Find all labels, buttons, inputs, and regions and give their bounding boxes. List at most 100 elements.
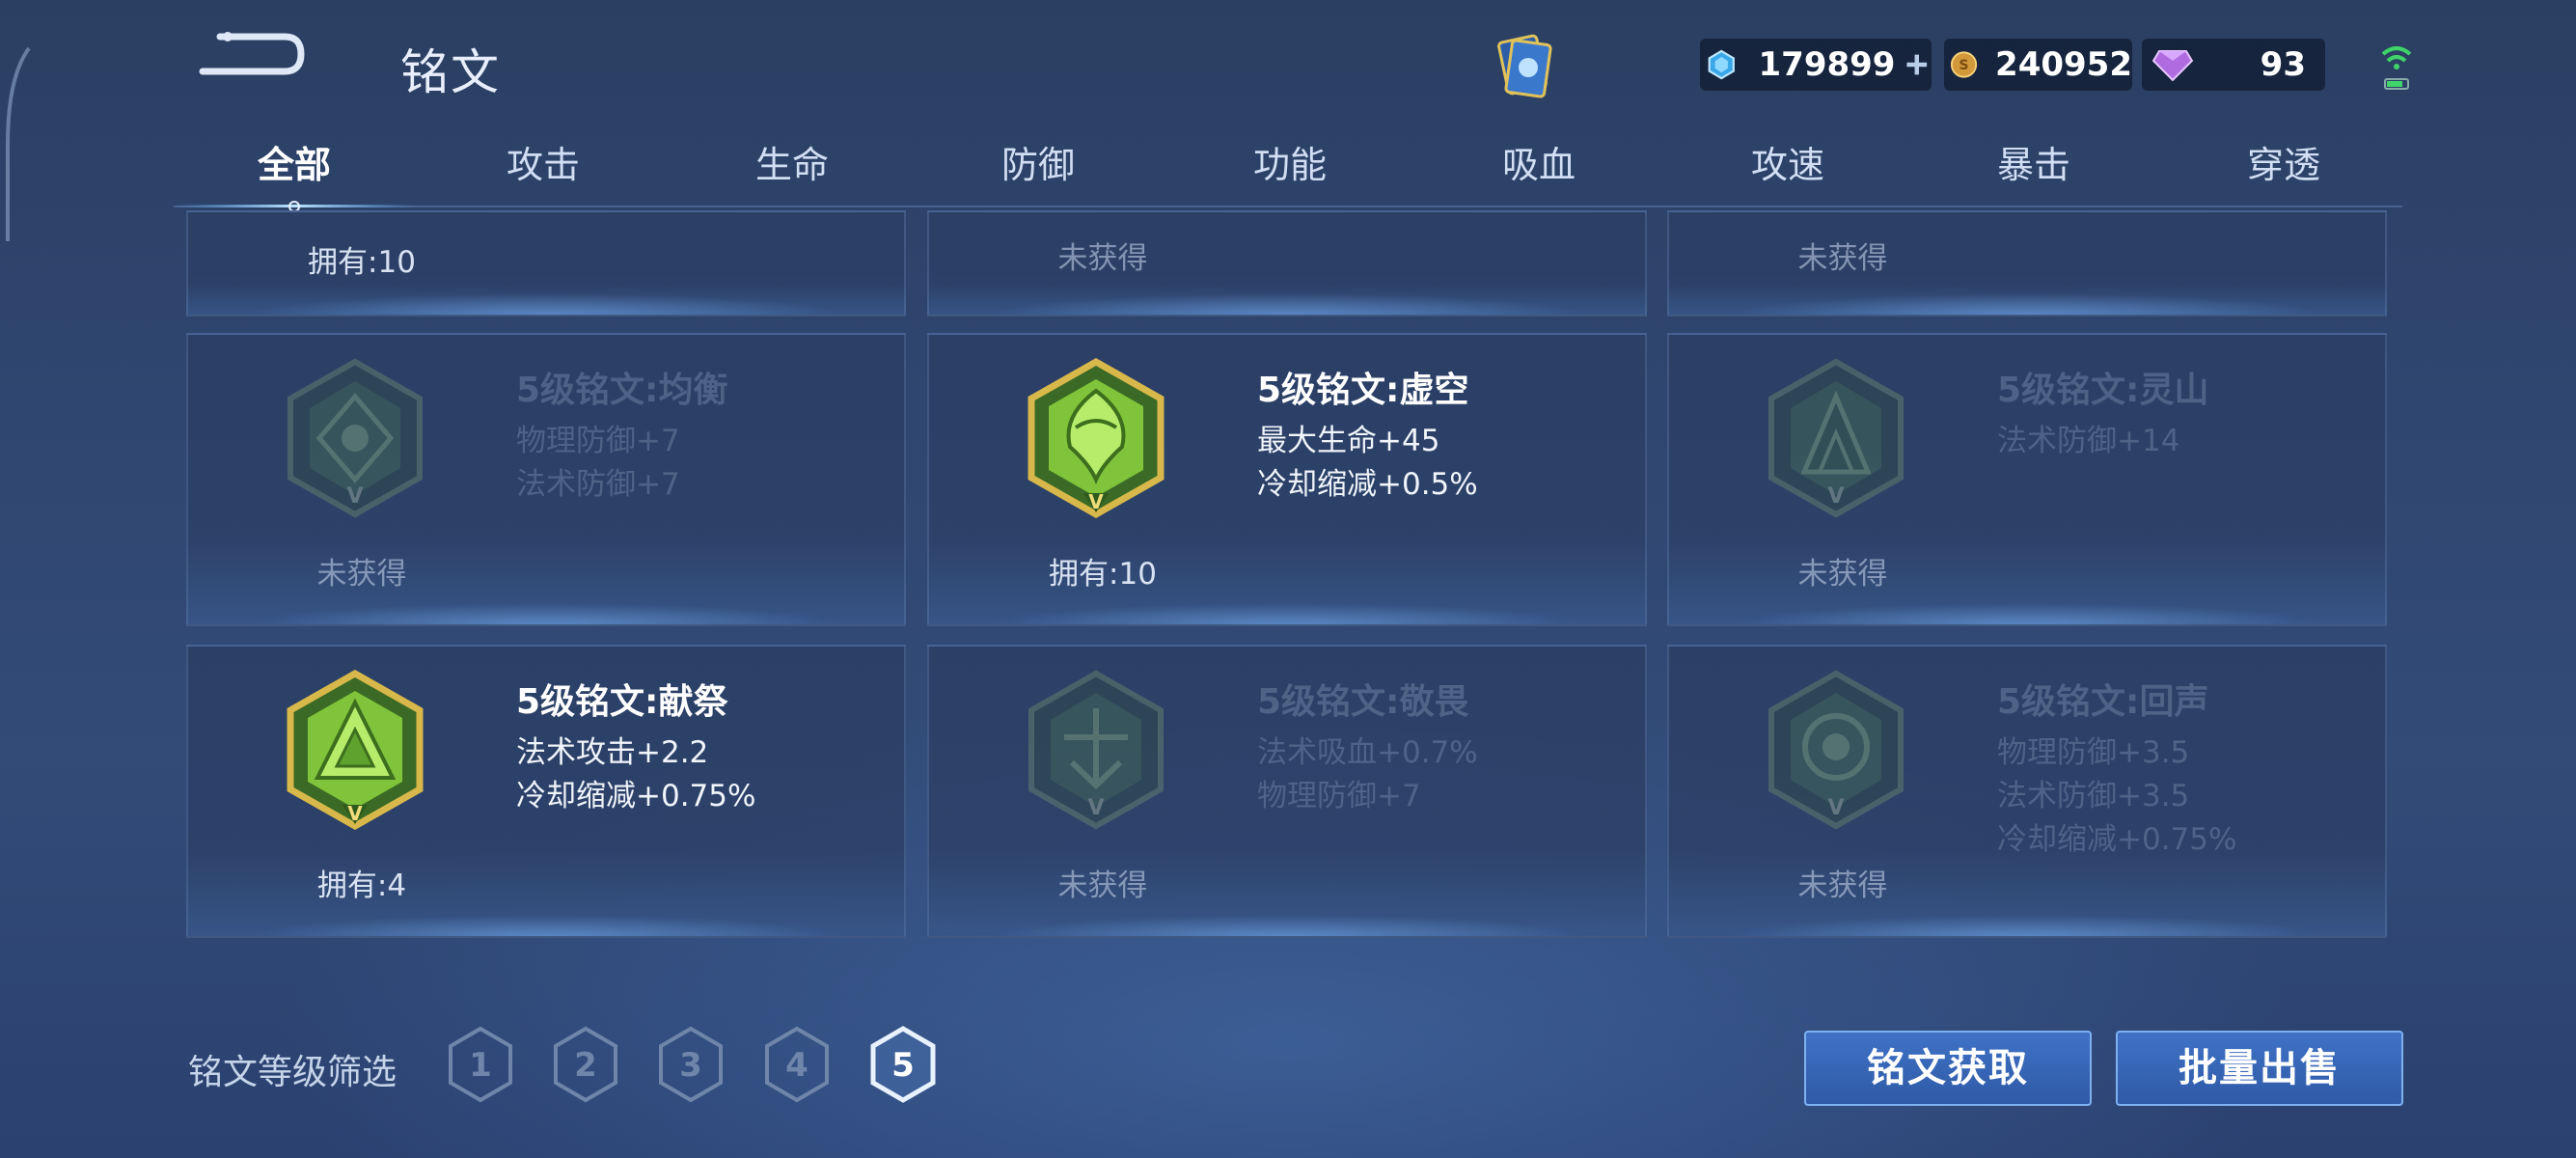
tab-all[interactable]: 全部 bbox=[198, 135, 391, 188]
rune-card-partial[interactable]: 拥有:10 bbox=[186, 210, 906, 317]
level-number: 3 bbox=[679, 1046, 702, 1085]
rune-count: 未获得 bbox=[316, 557, 407, 592]
rune-stat: 法术防御+3.5 bbox=[1997, 779, 2190, 813]
rune-stats: 法术防御+14 bbox=[1997, 420, 2179, 463]
card-glow bbox=[246, 915, 846, 936]
back-icon[interactable] bbox=[193, 29, 309, 87]
svg-text:V: V bbox=[346, 484, 363, 509]
level-filter-2[interactable]: 2 bbox=[552, 1026, 619, 1103]
tab-attack[interactable]: 攻击 bbox=[447, 135, 640, 188]
svg-text:V: V bbox=[1827, 484, 1844, 509]
rune-card-spirit-mountain[interactable]: V 5级铭文:灵山 法术防御+14 未获得 bbox=[1667, 333, 2387, 626]
tab-divider bbox=[174, 206, 2402, 207]
tab-attack-speed[interactable]: 攻速 bbox=[1691, 135, 1884, 188]
diamond-value: 179899 bbox=[1758, 45, 1896, 84]
obtain-rune-button[interactable]: 铭文获取 bbox=[1804, 1031, 2092, 1106]
rune-count: 拥有:4 bbox=[316, 868, 407, 903]
add-diamond-icon[interactable] bbox=[1903, 45, 1932, 84]
card-glow bbox=[1727, 293, 2327, 315]
level-filter-label: 铭文等级筛选 bbox=[188, 1053, 397, 1092]
tab-critical[interactable]: 暴击 bbox=[1937, 135, 2130, 188]
rune-count: 未获得 bbox=[1797, 868, 1888, 903]
gold-currency: S 240952 bbox=[1944, 39, 2132, 91]
rune-stat: 最大生命+45 bbox=[1257, 424, 1440, 458]
rune-stats: 物理防御+7 法术防御+7 bbox=[516, 420, 680, 507]
rune-card-partial[interactable]: 未获得 bbox=[1667, 210, 2387, 317]
rune-stat: 冷却缩减+0.75% bbox=[1997, 822, 2237, 857]
rune-stat: 法术攻击+2.2 bbox=[516, 735, 709, 770]
purple-gem-icon bbox=[2151, 50, 2194, 82]
gem-value: 93 bbox=[2260, 45, 2306, 84]
tab-penetration[interactable]: 穿透 bbox=[2187, 135, 2380, 188]
rune-gem-void-icon: V bbox=[1028, 358, 1165, 518]
tab-utility[interactable]: 功能 bbox=[1193, 135, 1386, 188]
gold-value: 240952 bbox=[1995, 45, 2132, 84]
rune-stats: 法术吸血+0.7% 物理防御+7 bbox=[1257, 731, 1478, 818]
page-title: 铭文 bbox=[400, 44, 501, 100]
wifi-signal-icon bbox=[2381, 46, 2412, 90]
rune-name: 5级铭文:灵山 bbox=[1997, 371, 2209, 410]
rune-card-echo[interactable]: V 5级铭文:回声 物理防御+3.5 法术防御+3.5 冷却缩减+0.75% 未… bbox=[1667, 645, 2387, 938]
level-number: 4 bbox=[785, 1046, 808, 1085]
tab-health[interactable]: 生命 bbox=[696, 135, 889, 188]
svg-text:S: S bbox=[1959, 58, 1969, 73]
rune-gem-awe-icon: V bbox=[1028, 670, 1164, 830]
rune-name: 5级铭文:回声 bbox=[1997, 682, 2209, 722]
diamond-icon bbox=[1708, 49, 1735, 80]
rune-stat: 物理防御+7 bbox=[1257, 779, 1421, 813]
edge-decoration bbox=[6, 46, 31, 241]
card-glow bbox=[987, 915, 1587, 936]
card-glow bbox=[246, 293, 846, 315]
rune-card-awe[interactable]: V 5级铭文:敬畏 法术吸血+0.7% 物理防御+7 未获得 bbox=[927, 645, 1647, 938]
rune-stats: 物理防御+3.5 法术防御+3.5 冷却缩减+0.75% bbox=[1997, 731, 2236, 862]
rune-stat: 物理防御+7 bbox=[516, 424, 680, 458]
svg-text:V: V bbox=[1827, 796, 1844, 820]
level-filter-3[interactable]: 3 bbox=[657, 1026, 725, 1103]
rune-count: 拥有:10 bbox=[308, 245, 416, 280]
rune-gem-balance-icon: V bbox=[288, 358, 423, 518]
level-number: 2 bbox=[574, 1046, 597, 1085]
rune-stat: 法术防御+14 bbox=[1997, 424, 2180, 458]
card-glow bbox=[246, 603, 846, 624]
diamond-currency: 179899 bbox=[1700, 39, 1932, 91]
bulk-sell-button[interactable]: 批量出售 bbox=[2116, 1031, 2403, 1106]
rune-name: 5级铭文:虚空 bbox=[1257, 371, 1469, 410]
level-number: 1 bbox=[469, 1046, 492, 1085]
rune-stat: 法术防御+7 bbox=[516, 467, 680, 502]
rune-count: 未获得 bbox=[1797, 241, 1888, 276]
rune-stat: 冷却缩减+0.75% bbox=[516, 779, 756, 813]
rune-stats: 最大生命+45 冷却缩减+0.5% bbox=[1257, 420, 1478, 507]
rune-card-void[interactable]: V 5级铭文:虚空 最大生命+45 冷却缩减+0.5% 拥有:10 bbox=[927, 333, 1647, 626]
gem-currency: 93 bbox=[2142, 39, 2325, 91]
level-filter-5[interactable]: 5 bbox=[869, 1026, 937, 1103]
rune-book-icon[interactable] bbox=[1486, 29, 1563, 106]
svg-text:V: V bbox=[347, 802, 363, 825]
rune-gem-sacrifice-icon: V bbox=[287, 670, 424, 830]
rune-card-partial[interactable]: 未获得 bbox=[927, 210, 1647, 317]
rune-card-balance[interactable]: V 5级铭文:均衡 物理防御+7 法术防御+7 未获得 bbox=[186, 333, 906, 626]
rune-name: 5级铭文:献祭 bbox=[516, 682, 728, 722]
rune-gem-spirit-mountain-icon: V bbox=[1768, 358, 1904, 518]
rune-count: 拥有:10 bbox=[1049, 557, 1157, 592]
gold-coin-icon: S bbox=[1950, 51, 1978, 78]
rune-stat: 冷却缩减+0.5% bbox=[1257, 467, 1478, 502]
rune-stats: 法术攻击+2.2 冷却缩减+0.75% bbox=[516, 731, 755, 818]
rune-stat: 物理防御+3.5 bbox=[1997, 735, 2190, 770]
rune-count: 未获得 bbox=[1057, 241, 1148, 276]
level-number: 5 bbox=[891, 1046, 915, 1085]
card-glow bbox=[987, 293, 1587, 315]
rune-count: 未获得 bbox=[1057, 868, 1148, 903]
rune-count: 未获得 bbox=[1797, 557, 1888, 592]
card-glow bbox=[987, 603, 1587, 624]
level-filter-4[interactable]: 4 bbox=[763, 1026, 831, 1103]
tab-defense[interactable]: 防御 bbox=[942, 135, 1135, 188]
tab-lifesteal[interactable]: 吸血 bbox=[1442, 135, 1635, 188]
rune-card-sacrifice[interactable]: V 5级铭文:献祭 法术攻击+2.2 冷却缩减+0.75% 拥有:4 bbox=[186, 645, 906, 938]
rune-stat: 法术吸血+0.7% bbox=[1257, 735, 1478, 770]
level-filter-1[interactable]: 1 bbox=[447, 1026, 514, 1103]
svg-text:V: V bbox=[1087, 796, 1104, 820]
category-tabs: 全部 攻击 生命 防御 功能 吸血 攻速 暴击 穿透 bbox=[183, 135, 2402, 203]
rune-name: 5级铭文:均衡 bbox=[516, 371, 728, 410]
card-glow bbox=[1727, 915, 2327, 936]
rune-name: 5级铭文:敬畏 bbox=[1257, 682, 1469, 722]
